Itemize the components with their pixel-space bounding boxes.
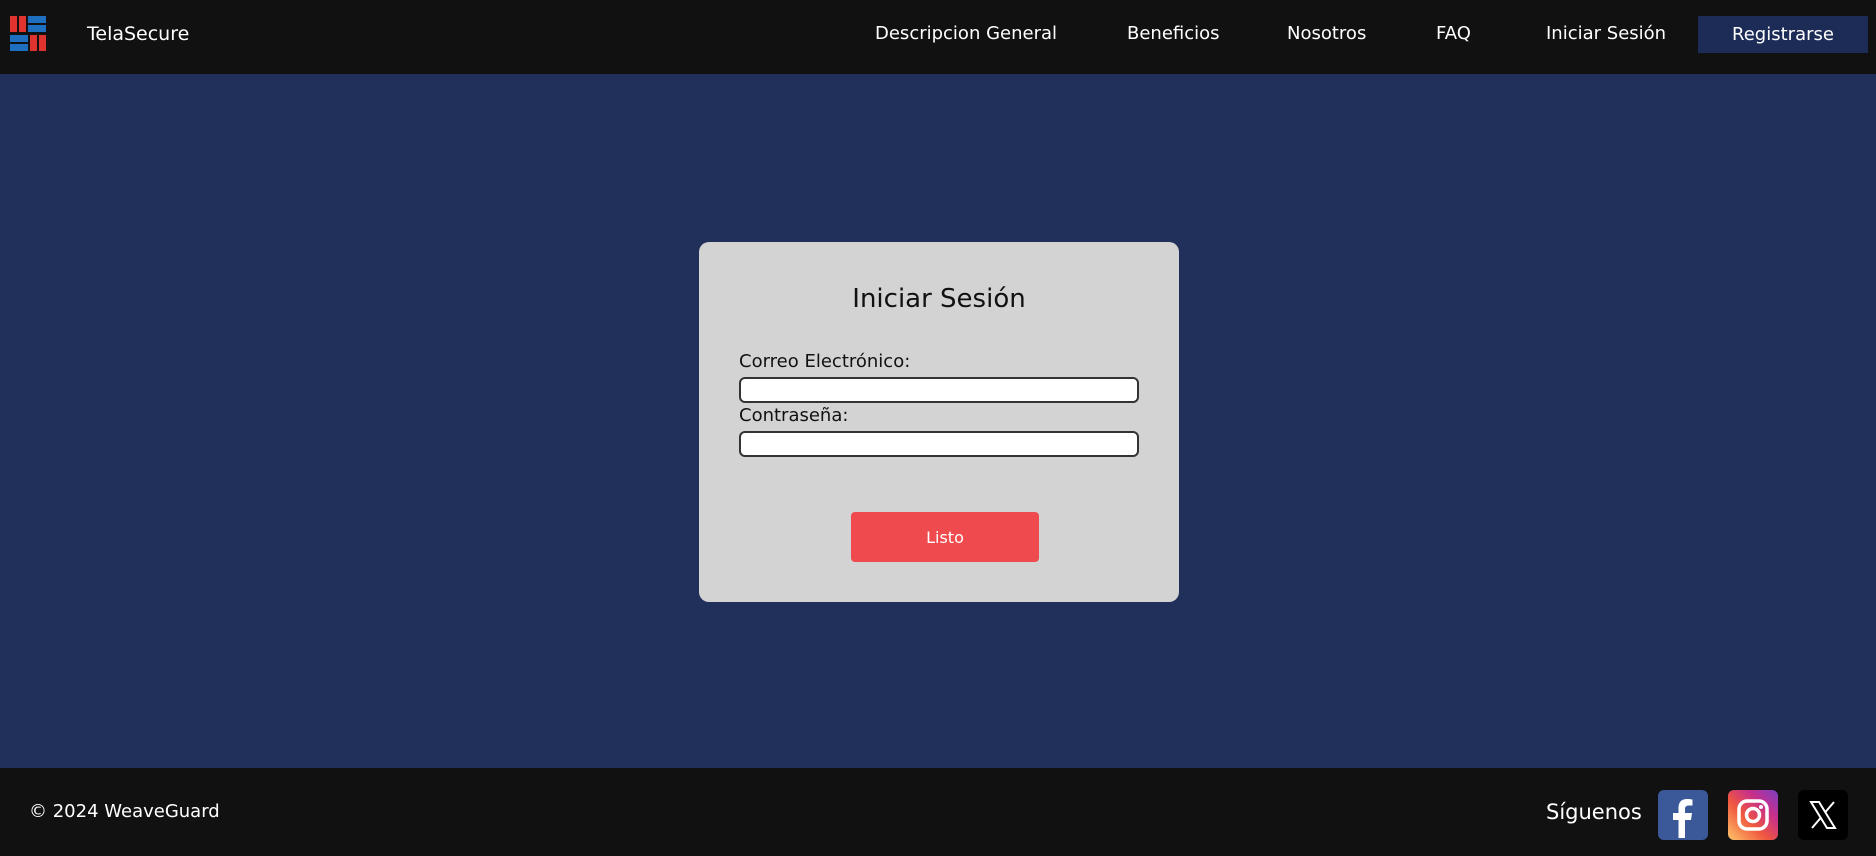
x-icon[interactable] (1798, 790, 1848, 840)
nav-iniciar-sesion[interactable]: Iniciar Sesión (1546, 22, 1666, 46)
nav-beneficios[interactable]: Beneficios (1127, 22, 1220, 46)
footer: © 2024 WeaveGuard Síguenos (0, 768, 1876, 856)
facebook-icon[interactable] (1658, 790, 1708, 840)
login-title: Iniciar Sesión (852, 284, 1026, 314)
nav-nosotros[interactable]: Nosotros (1287, 22, 1366, 46)
top-navbar: TelaSecure Descripcion General Beneficio… (0, 0, 1876, 74)
submit-button[interactable]: Listo (851, 512, 1039, 562)
password-label: Contraseña: (739, 405, 849, 426)
nav-faq[interactable]: FAQ (1436, 22, 1471, 46)
login-card: Iniciar Sesión Correo Electrónico: Contr… (699, 242, 1179, 602)
logo-icon[interactable] (10, 16, 48, 52)
follow-label: Síguenos (1546, 800, 1642, 824)
brand-name[interactable]: TelaSecure (87, 22, 189, 46)
password-field[interactable] (739, 431, 1139, 457)
nav-descripcion-general[interactable]: Descripcion General (875, 22, 1057, 46)
email-field[interactable] (739, 377, 1139, 403)
instagram-icon[interactable] (1728, 790, 1778, 840)
email-label: Correo Electrónico: (739, 351, 911, 372)
register-button[interactable]: Registrarse (1698, 16, 1868, 53)
copyright-text: © 2024 WeaveGuard (29, 801, 220, 822)
